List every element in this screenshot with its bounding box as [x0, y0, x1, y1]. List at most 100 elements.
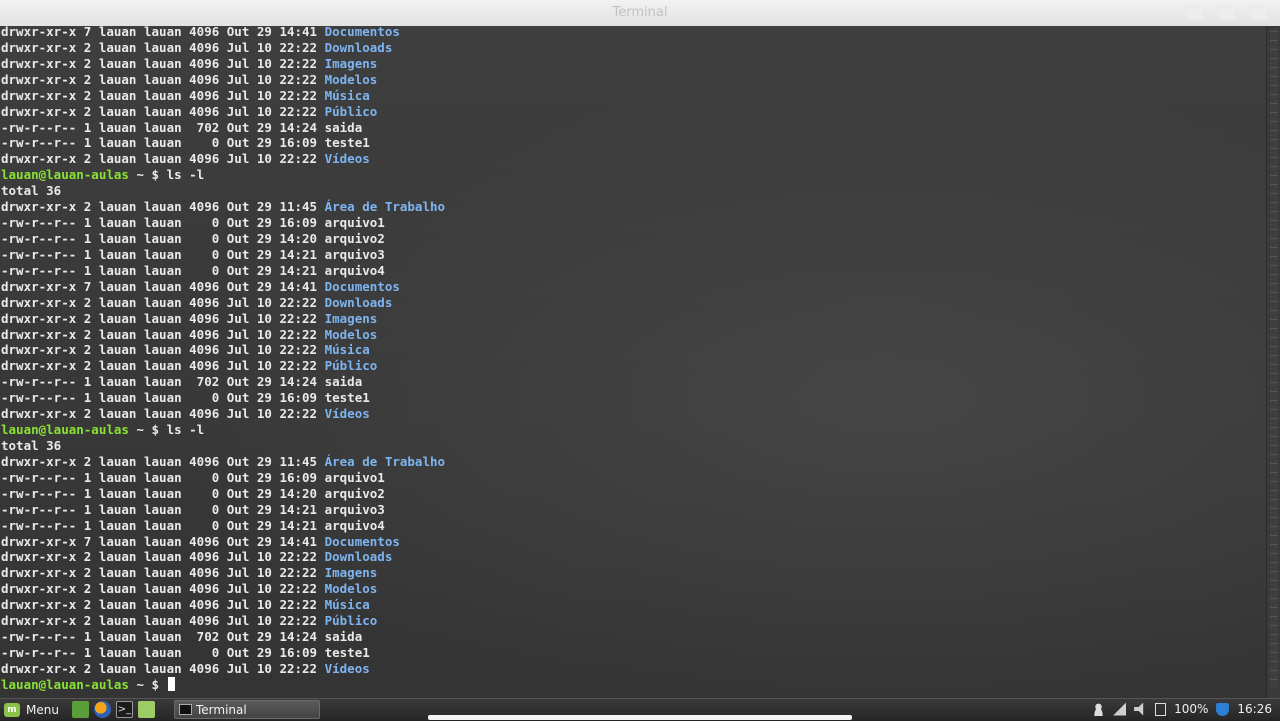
- listing-row: -rw-r--r-- 1 lauan lauan 0 Out 29 14:20 …: [1, 486, 445, 502]
- listing-row: -rw-r--r-- 1 lauan lauan 0 Out 29 14:21 …: [1, 518, 445, 534]
- listing-details: drwxr-xr-x 2 lauan lauan 4096 Jul 10 22:…: [1, 310, 325, 326]
- listing-row: drwxr-xr-x 2 lauan lauan 4096 Jul 10 22:…: [1, 311, 445, 327]
- file-name: arquivo1: [324, 215, 385, 231]
- listing-row: -rw-r--r-- 1 lauan lauan 0 Out 29 16:09 …: [1, 470, 445, 486]
- listing-details: drwxr-xr-x 2 lauan lauan 4096 Out 29 11:…: [1, 199, 325, 215]
- listing-details: -rw-r--r-- 1 lauan lauan 0 Out 29 14:21: [1, 517, 325, 533]
- directory-name: Modelos: [324, 326, 378, 342]
- listing-row: -rw-r--r-- 1 lauan lauan 0 Out 29 16:09 …: [1, 390, 445, 406]
- window-controls: [1186, 6, 1268, 20]
- listing-details: drwxr-xr-x 2 lauan lauan 4096 Jul 10 22:…: [1, 549, 325, 565]
- listing-row: drwxr-xr-x 2 lauan lauan 4096 Jul 10 22:…: [1, 406, 445, 422]
- maximize-button[interactable]: [1218, 6, 1236, 20]
- listing-row: drwxr-xr-x 2 lauan lauan 4096 Out 29 11:…: [1, 199, 445, 215]
- listing-details: -rw-r--r-- 1 lauan lauan 0 Out 29 14:20: [1, 230, 325, 246]
- listing-details: -rw-r--r-- 1 lauan lauan 702 Out 29 14:2…: [1, 374, 325, 390]
- terminal-lines: drwxr-xr-x 7 lauan lauan 4096 Out 29 14:…: [1, 26, 445, 693]
- listing-row: -rw-r--r-- 1 lauan lauan 0 Out 29 14:20 …: [1, 231, 445, 247]
- battery-icon[interactable]: [1155, 702, 1167, 716]
- directory-name: Downloads: [324, 294, 393, 310]
- listing-row: drwxr-xr-x 2 lauan lauan 4096 Jul 10 22:…: [1, 104, 445, 120]
- listing-details: -rw-r--r-- 1 lauan lauan 0 Out 29 16:09: [1, 469, 325, 485]
- listing-row: drwxr-xr-x 7 lauan lauan 4096 Out 29 14:…: [1, 534, 445, 550]
- listing-details: drwxr-xr-x 2 lauan lauan 4096 Jul 10 22:…: [1, 358, 325, 374]
- directory-name: Imagens: [324, 565, 378, 581]
- directory-name: Documentos: [324, 278, 400, 294]
- listing-details: -rw-r--r-- 1 lauan lauan 702 Out 29 14:2…: [1, 119, 325, 135]
- prompt-line: lauan@lauan-aulas ~ $: [1, 676, 445, 693]
- file-name: teste1: [324, 644, 370, 660]
- directory-name: Imagens: [324, 310, 378, 326]
- listing-row: -rw-r--r-- 1 lauan lauan 0 Out 29 16:09 …: [1, 645, 445, 661]
- prompt-line: lauan@lauan-aulas ~ $ ls -l: [1, 167, 445, 183]
- volume-icon[interactable]: [1134, 702, 1144, 716]
- file-name: teste1: [324, 390, 370, 406]
- listing-details: drwxr-xr-x 2 lauan lauan 4096 Out 29 11:…: [1, 453, 325, 469]
- files-icon[interactable]: [138, 701, 155, 718]
- close-button[interactable]: [1250, 6, 1268, 20]
- directory-name: Downloads: [324, 39, 393, 55]
- terminal-output[interactable]: drwxr-xr-x 7 lauan lauan 4096 Out 29 14:…: [0, 26, 1266, 700]
- scrollbar-thumb[interactable]: [1270, 28, 1278, 688]
- taskbar-window-label: Terminal: [196, 702, 247, 717]
- user-icon[interactable]: [1092, 702, 1106, 716]
- listing-row: drwxr-xr-x 2 lauan lauan 4096 Jul 10 22:…: [1, 72, 445, 88]
- listing-details: drwxr-xr-x 2 lauan lauan 4096 Jul 10 22:…: [1, 565, 325, 581]
- listing-details: drwxr-xr-x 2 lauan lauan 4096 Jul 10 22:…: [1, 597, 325, 613]
- file-name: teste1: [324, 135, 370, 151]
- show-desktop-icon[interactable]: [72, 701, 89, 718]
- listing-details: drwxr-xr-x 2 lauan lauan 4096 Jul 10 22:…: [1, 406, 325, 422]
- listing-details: drwxr-xr-x 2 lauan lauan 4096 Jul 10 22:…: [1, 151, 325, 167]
- directory-name: Vídeos: [324, 406, 370, 422]
- system-tray: 100% 16:26: [1092, 702, 1272, 716]
- listing-details: drwxr-xr-x 2 lauan lauan 4096 Jul 10 22:…: [1, 294, 325, 310]
- notification-strip: [428, 715, 852, 720]
- output-line: total 36: [1, 183, 445, 199]
- menu-label: Menu: [26, 703, 59, 717]
- listing-row: drwxr-xr-x 7 lauan lauan 4096 Out 29 14:…: [1, 279, 445, 295]
- file-name: arquivo3: [324, 246, 385, 262]
- directory-name: Vídeos: [324, 660, 370, 676]
- listing-row: drwxr-xr-x 2 lauan lauan 4096 Jul 10 22:…: [1, 88, 445, 104]
- prompt-user-host: lauan@lauan-aulas: [1, 167, 129, 183]
- window-titlebar[interactable]: Terminal: [0, 0, 1280, 27]
- listing-details: -rw-r--r-- 1 lauan lauan 0 Out 29 16:09: [1, 215, 325, 231]
- listing-row: -rw-r--r-- 1 lauan lauan 702 Out 29 14:2…: [1, 629, 445, 645]
- taskbar-window-terminal[interactable]: Terminal: [174, 700, 320, 719]
- directory-name: Público: [324, 358, 378, 374]
- terminal-scrollbar[interactable]: [1266, 26, 1280, 700]
- update-shield-icon[interactable]: [1216, 702, 1230, 716]
- prompt-user-host: lauan@lauan-aulas: [1, 422, 129, 438]
- directory-name: Vídeos: [324, 151, 370, 167]
- clock[interactable]: 16:26: [1237, 702, 1272, 716]
- listing-row: -rw-r--r-- 1 lauan lauan 0 Out 29 14:21 …: [1, 263, 445, 279]
- prompt-user-host: lauan@lauan-aulas: [1, 676, 129, 692]
- prompt-line: lauan@lauan-aulas ~ $ ls -l: [1, 422, 445, 438]
- file-name: arquivo1: [324, 469, 385, 485]
- listing-row: drwxr-xr-x 7 lauan lauan 4096 Out 29 14:…: [1, 26, 445, 40]
- listing-details: drwxr-xr-x 2 lauan lauan 4096 Jul 10 22:…: [1, 55, 325, 71]
- file-name: saida: [324, 374, 363, 390]
- listing-row: drwxr-xr-x 2 lauan lauan 4096 Jul 10 22:…: [1, 661, 445, 677]
- file-name: arquivo2: [324, 485, 385, 501]
- directory-name: Área de Trabalho: [324, 453, 446, 469]
- network-icon[interactable]: [1113, 702, 1127, 716]
- firefox-icon[interactable]: [94, 701, 111, 718]
- minimize-button[interactable]: [1186, 6, 1204, 20]
- listing-row: drwxr-xr-x 2 lauan lauan 4096 Jul 10 22:…: [1, 565, 445, 581]
- listing-row: -rw-r--r-- 1 lauan lauan 0 Out 29 16:09 …: [1, 215, 445, 231]
- terminal-icon[interactable]: >_: [116, 701, 133, 718]
- listing-details: drwxr-xr-x 2 lauan lauan 4096 Jul 10 22:…: [1, 613, 325, 629]
- listing-row: drwxr-xr-x 2 lauan lauan 4096 Jul 10 22:…: [1, 151, 445, 167]
- file-name: arquivo2: [324, 230, 385, 246]
- file-name: arquivo4: [324, 262, 385, 278]
- directory-name: Downloads: [324, 549, 393, 565]
- file-name: arquivo3: [324, 501, 385, 517]
- menu-button[interactable]: m Menu: [4, 701, 59, 719]
- listing-row: drwxr-xr-x 2 lauan lauan 4096 Jul 10 22:…: [1, 56, 445, 72]
- battery-percentage: 100%: [1174, 702, 1209, 716]
- prompt-command: ~ $: [136, 676, 160, 692]
- prompt-command: ~ $ ls -l: [136, 167, 205, 183]
- listing-details: -rw-r--r-- 1 lauan lauan 0 Out 29 14:21: [1, 246, 325, 262]
- listing-row: -rw-r--r-- 1 lauan lauan 0 Out 29 16:09 …: [1, 135, 445, 151]
